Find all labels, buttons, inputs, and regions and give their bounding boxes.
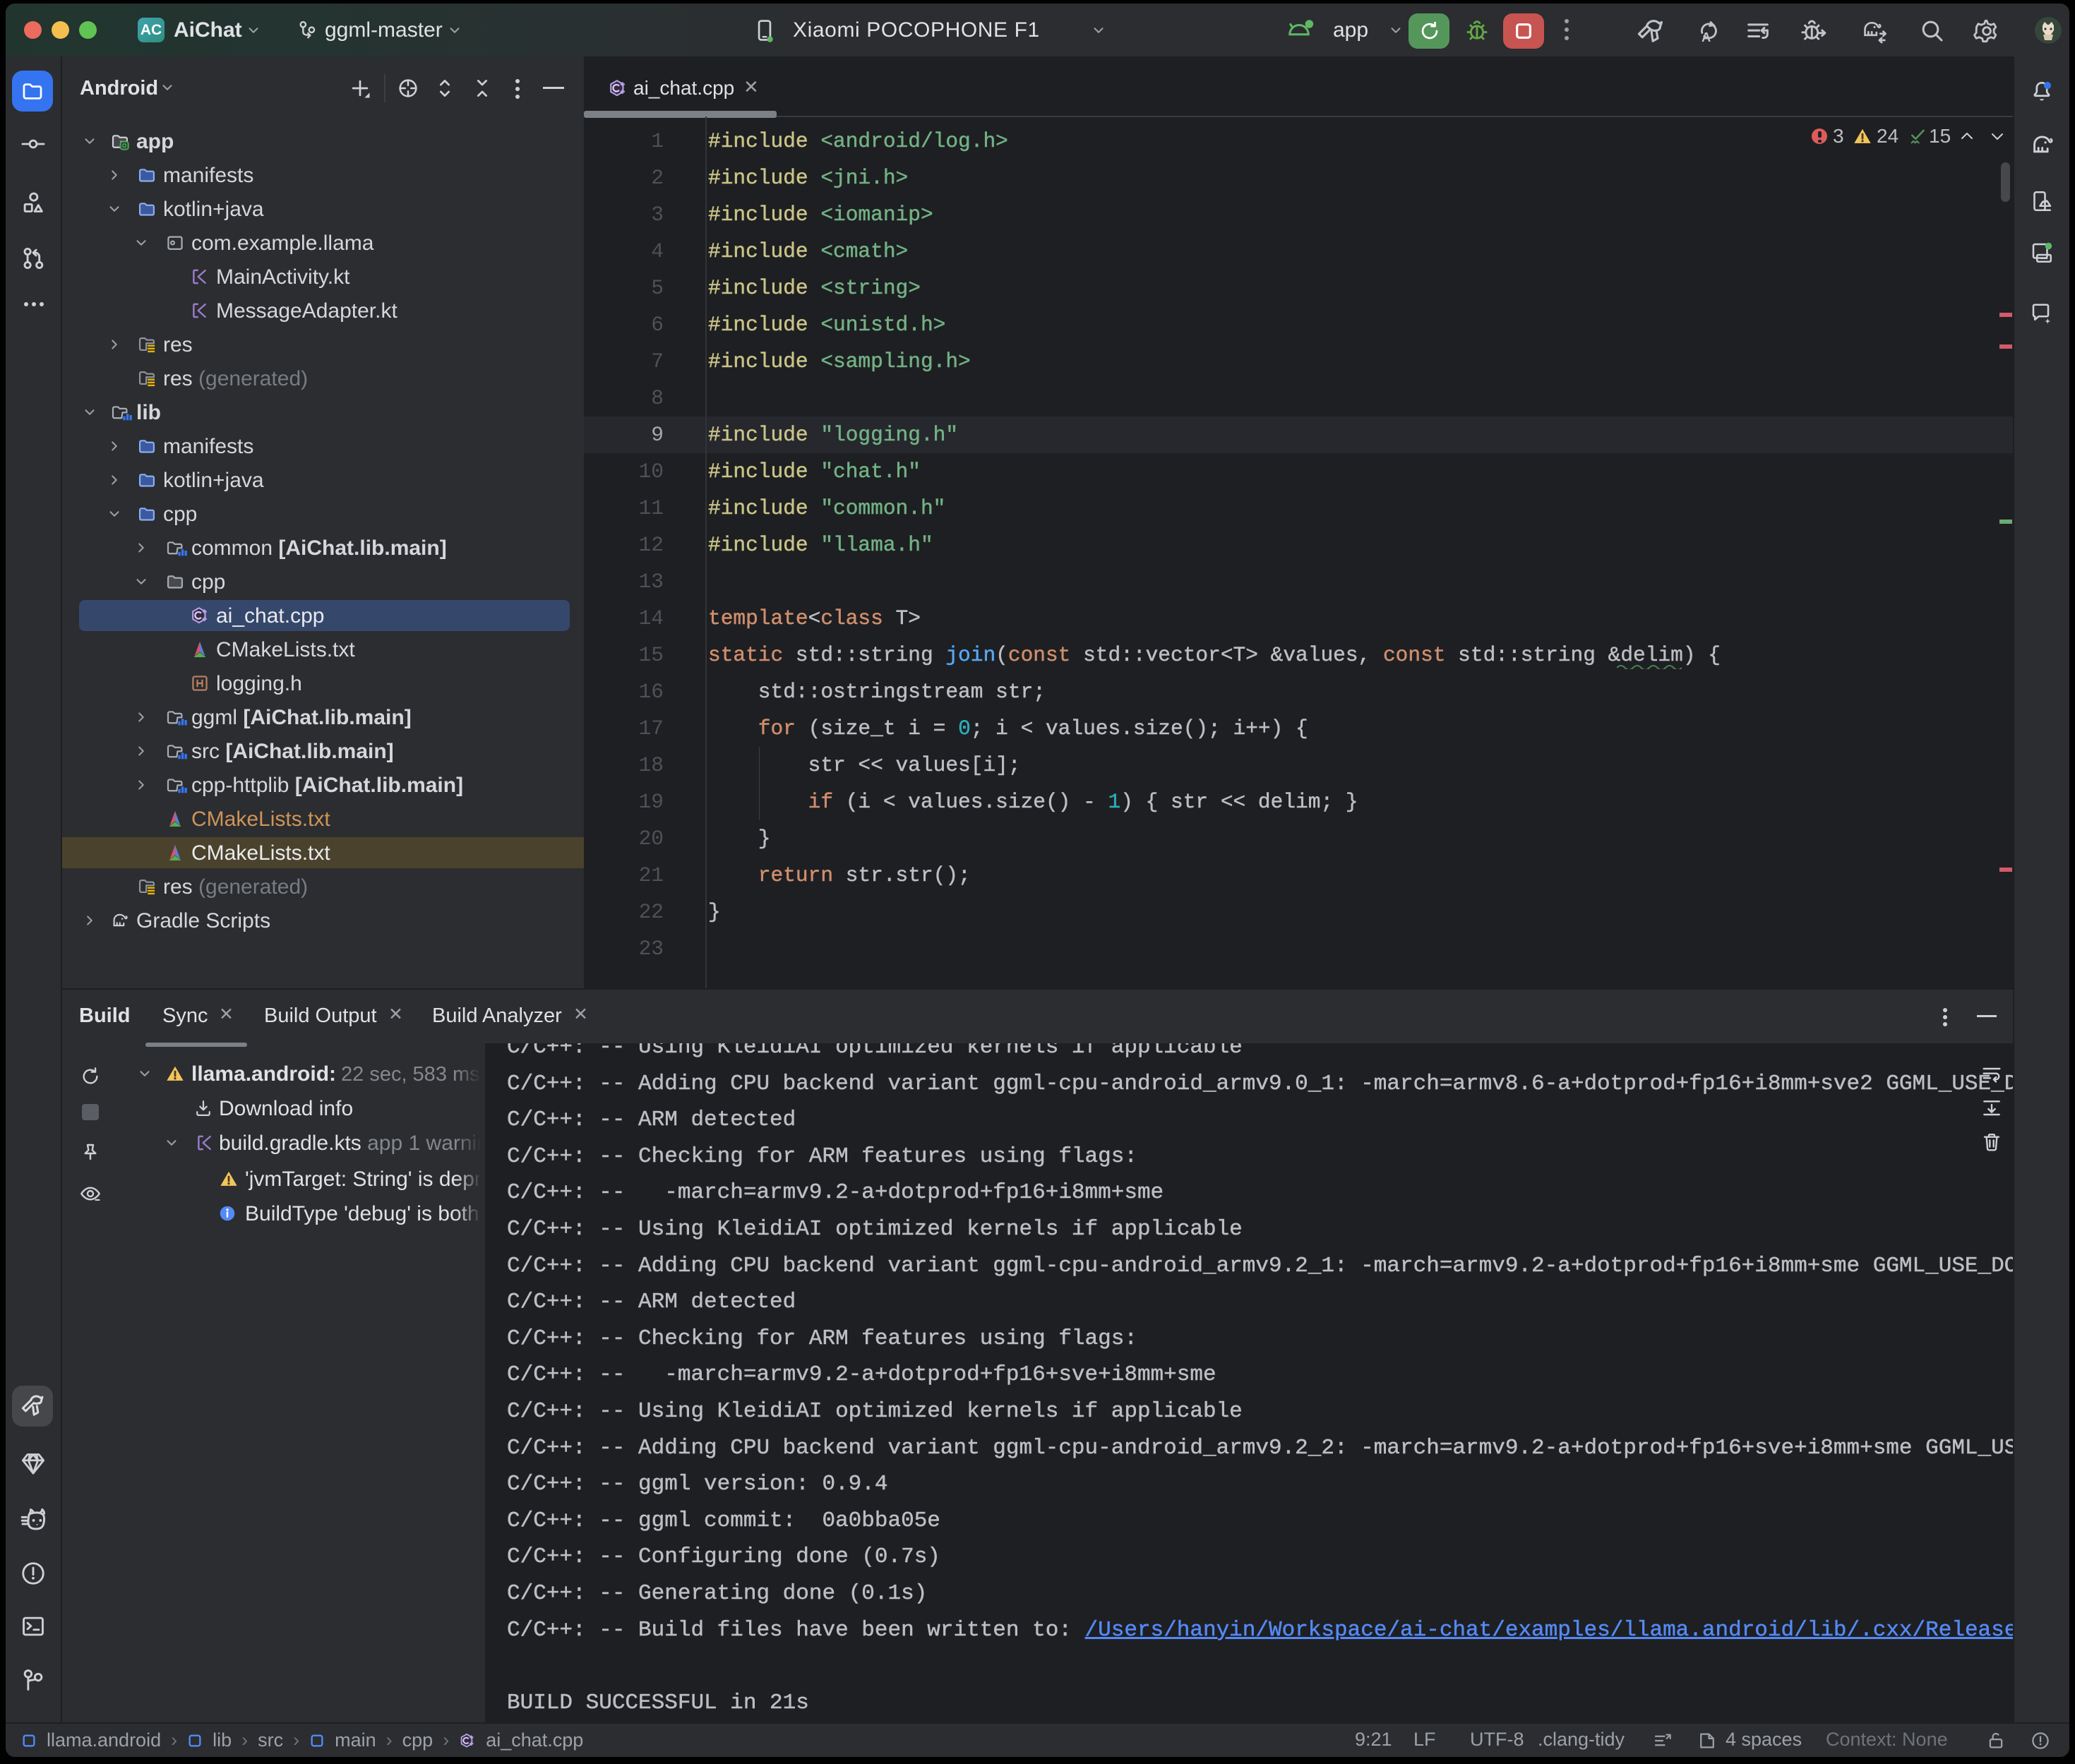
svg-text:A: A <box>1702 30 1711 44</box>
